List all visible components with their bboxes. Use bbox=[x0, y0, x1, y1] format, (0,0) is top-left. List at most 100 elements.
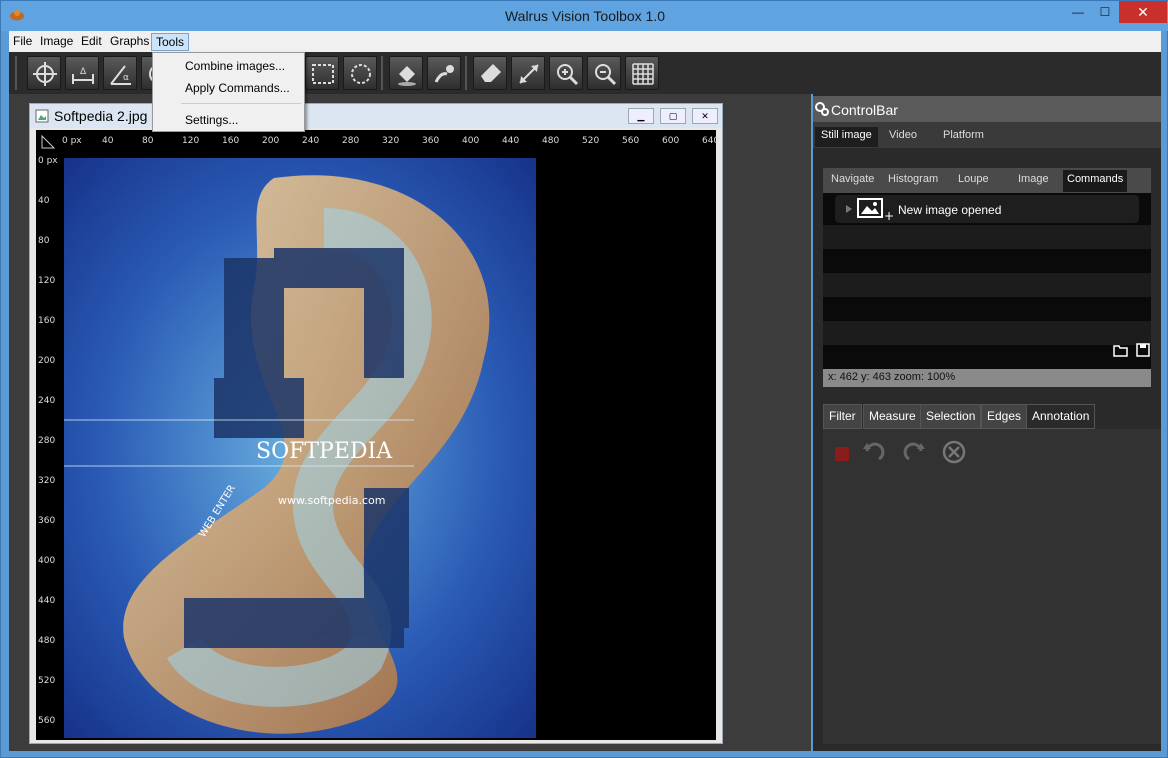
tools-dropdown-menu: Combine images... Apply Commands... Sett… bbox=[152, 52, 305, 132]
ruler-tick-label: 560 bbox=[622, 136, 640, 146]
menu-graphs[interactable]: Graphs bbox=[106, 33, 153, 51]
ruler-tick-label: 320 bbox=[382, 136, 400, 146]
ruler-tick-label: 80 bbox=[142, 136, 154, 146]
svg-text:Δ: Δ bbox=[80, 67, 87, 77]
controlbar-title: ControlBar bbox=[831, 102, 898, 118]
vertical-ruler: 0 px 40 80 120 160 200 240 280 320 360 400 440 480 52… bbox=[36, 154, 60, 740]
image-document-window[interactable]: Softpedia 2.jpg ▁ ▢ ✕ 0 px 40 80 120 160 200 2… bbox=[29, 103, 723, 744]
document-title-bar[interactable]: Softpedia 2.jpg ▁ ▢ ✕ bbox=[30, 104, 722, 128]
ruler-tick-label: 80 bbox=[38, 236, 50, 246]
ruler-tick-label: 360 bbox=[38, 516, 56, 526]
still-image-subtabs: Navigate Histogram Loupe Image Commands bbox=[823, 168, 1151, 193]
ruler-tick-label: 40 bbox=[102, 136, 114, 146]
gears-icon bbox=[815, 102, 829, 116]
ruler-tick-label: 320 bbox=[38, 476, 56, 486]
redo-icon[interactable] bbox=[901, 439, 927, 465]
menu-edit[interactable]: Edit bbox=[77, 33, 106, 51]
crosshair-tool-button[interactable] bbox=[27, 56, 61, 90]
command-label: New image opened bbox=[898, 203, 1002, 217]
ruler-tick-label: 0 px bbox=[62, 136, 82, 146]
undo-icon[interactable] bbox=[861, 439, 887, 465]
close-button[interactable]: ✕ bbox=[1119, 1, 1167, 23]
distance-icon: Δ bbox=[72, 67, 94, 84]
crosshair-icon bbox=[33, 62, 57, 86]
rect-select-icon bbox=[312, 64, 334, 84]
svg-text:α: α bbox=[123, 73, 129, 83]
softpedia-image: SOFTPEDIA www.softpedia.com WEB ENTER bbox=[64, 158, 536, 738]
subtab-commands[interactable]: Commands bbox=[1063, 170, 1128, 192]
ruler-tick-label: 240 bbox=[302, 136, 320, 146]
tab-measure[interactable]: Measure bbox=[863, 404, 922, 429]
command-entry[interactable]: + New image opened bbox=[835, 195, 1139, 223]
controlbar-panel: ControlBar Still image Video Platform Na… bbox=[813, 94, 1161, 751]
subtab-histogram[interactable]: Histogram bbox=[888, 173, 938, 185]
tab-video[interactable]: Video bbox=[883, 127, 923, 147]
clear-icon[interactable] bbox=[941, 439, 967, 465]
menu-settings[interactable]: Settings... bbox=[185, 113, 238, 127]
menu-apply-commands[interactable]: Apply Commands... bbox=[185, 81, 290, 95]
ruler-tick-label: 440 bbox=[502, 136, 520, 146]
ruler-corner-icon bbox=[41, 134, 56, 149]
maximize-button[interactable]: ☐ bbox=[1090, 1, 1120, 23]
ruler-tick-label: 560 bbox=[38, 716, 56, 726]
list-row bbox=[823, 273, 1151, 297]
menu-combine-images[interactable]: Combine images... bbox=[185, 59, 285, 73]
tab-filter[interactable]: Filter bbox=[823, 404, 862, 429]
color-swatch-icon[interactable] bbox=[829, 439, 855, 465]
paint-bucket-icon bbox=[398, 66, 416, 86]
tab-edges[interactable]: Edges bbox=[981, 404, 1028, 429]
ruler-tick-label: 440 bbox=[38, 596, 56, 606]
menu-file[interactable]: File bbox=[9, 33, 36, 51]
tab-still-image[interactable]: Still image bbox=[815, 127, 878, 147]
ruler-corner bbox=[36, 130, 60, 154]
subtab-navigate[interactable]: Navigate bbox=[831, 173, 874, 185]
grid-icon bbox=[632, 63, 654, 85]
ruler-tick-label: 360 bbox=[422, 136, 440, 146]
smudge-tool-button[interactable] bbox=[427, 56, 461, 90]
svg-text:+: + bbox=[884, 209, 893, 221]
eraser-tool-button[interactable] bbox=[473, 56, 507, 90]
controlbar-tabs: Still image Video Platform bbox=[813, 122, 1161, 148]
minimize-button[interactable]: — bbox=[1063, 1, 1093, 23]
document-title: Softpedia 2.jpg bbox=[54, 108, 148, 124]
ruler-tick-label: 200 bbox=[38, 356, 56, 366]
menu-image[interactable]: Image bbox=[36, 33, 77, 51]
brush-icon bbox=[434, 65, 454, 83]
title-bar: Walrus Vision Toolbox 1.0 — ☐ ✕ bbox=[1, 1, 1168, 31]
zoom-in-icon bbox=[557, 64, 579, 86]
subtab-image[interactable]: Image bbox=[1018, 173, 1049, 185]
horizontal-ruler: 0 px 40 80 120 160 200 240 280 320 360 400 440 480 52… bbox=[60, 130, 720, 154]
open-folder-icon[interactable] bbox=[1113, 343, 1129, 357]
angle-tool-button[interactable]: α bbox=[103, 56, 137, 90]
eraser-icon bbox=[481, 64, 501, 82]
zoom-out-icon bbox=[595, 64, 617, 86]
fill-tool-button[interactable] bbox=[389, 56, 423, 90]
ruler-tick-label: 400 bbox=[38, 556, 56, 566]
grid-toggle-button[interactable] bbox=[625, 56, 659, 90]
doc-maximize-button[interactable]: ▢ bbox=[660, 108, 686, 124]
ruler-tick-label: 280 bbox=[342, 136, 360, 146]
status-bar: x: 462 y: 463 zoom: 100% bbox=[823, 369, 1151, 387]
subtab-loupe[interactable]: Loupe bbox=[958, 173, 989, 185]
ruler-tick-label: 640 bbox=[702, 136, 720, 146]
distance-tool-button[interactable]: Δ bbox=[65, 56, 99, 90]
menu-separator bbox=[181, 103, 301, 104]
ruler-tick-label: 600 bbox=[662, 136, 680, 146]
image-softpedia-text: SOFTPEDIA bbox=[256, 439, 393, 464]
fit-window-button[interactable] bbox=[511, 56, 545, 90]
menu-tools[interactable]: Tools bbox=[151, 33, 190, 51]
doc-minimize-button[interactable]: ▁ bbox=[628, 108, 654, 124]
ellipse-select-icon bbox=[351, 64, 371, 84]
image-canvas[interactable]: 0 px 40 80 120 160 200 240 280 320 360 400 440 480 52… bbox=[36, 130, 720, 740]
rect-select-button[interactable] bbox=[305, 56, 339, 90]
tab-selection[interactable]: Selection bbox=[920, 404, 982, 429]
ellipse-select-button[interactable] bbox=[343, 56, 377, 90]
zoom-out-button[interactable] bbox=[587, 56, 621, 90]
save-icon[interactable] bbox=[1136, 343, 1150, 357]
list-row bbox=[823, 321, 1151, 345]
angle-icon: α bbox=[110, 65, 131, 85]
tab-annotation[interactable]: Annotation bbox=[1026, 404, 1096, 429]
tab-platform[interactable]: Platform bbox=[937, 127, 990, 147]
zoom-in-button[interactable] bbox=[549, 56, 583, 90]
doc-close-button[interactable]: ✕ bbox=[692, 108, 718, 124]
